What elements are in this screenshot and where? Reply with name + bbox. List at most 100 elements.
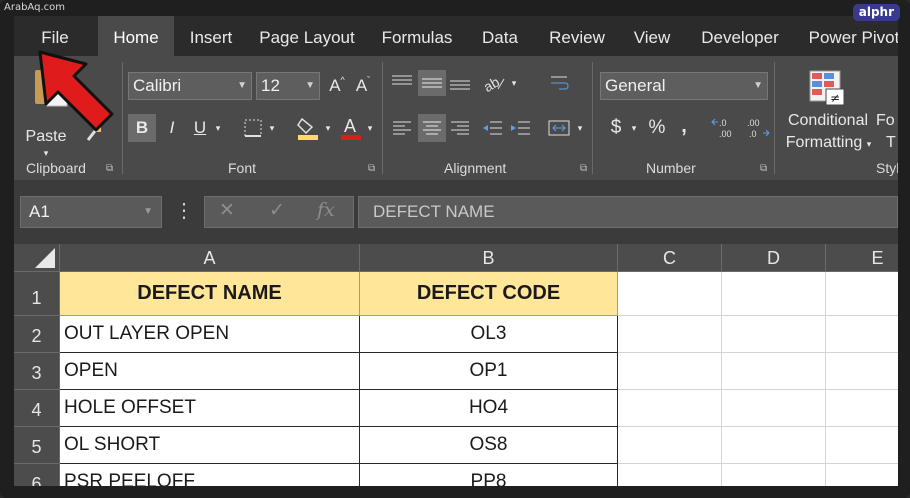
tab-review[interactable]: Review [542, 16, 612, 56]
merge-dropdown-icon[interactable]: ▾ [574, 116, 586, 140]
tab-formulas[interactable]: Formulas [374, 16, 460, 56]
name-box[interactable]: A1 ▼ [20, 196, 162, 228]
paste-dropdown-icon[interactable]: ▾ [40, 148, 52, 158]
currency-button[interactable]: $ [604, 114, 628, 142]
conditional-formatting-dropdown-icon[interactable]: ▾ [864, 136, 874, 152]
row-header-5[interactable]: 5 [14, 427, 60, 464]
borders-dropdown-icon[interactable]: ▾ [266, 116, 278, 140]
column-header-a[interactable]: A [60, 244, 360, 272]
increase-decimal-icon[interactable]: .0.00 [710, 114, 740, 142]
align-bottom-icon[interactable] [448, 70, 472, 96]
cell-a3[interactable]: OPEN [60, 353, 360, 390]
cell-a5[interactable]: OL SHORT [60, 427, 360, 464]
cell-d2[interactable] [722, 316, 826, 353]
cell-e3[interactable] [826, 353, 898, 390]
more-options-icon[interactable]: ⋮ [174, 198, 194, 223]
row-header-1[interactable]: 1 [14, 272, 60, 316]
underline-button[interactable]: U [188, 114, 212, 142]
cell-b3[interactable]: OP1 [360, 353, 618, 390]
insert-function-icon[interactable]: fx [317, 199, 335, 221]
font-size-dropdown[interactable]: 12 ▼ [256, 72, 320, 100]
tab-view[interactable]: View [626, 16, 678, 56]
formula-input[interactable]: DEFECT NAME [358, 196, 898, 228]
format-as-table-line2[interactable]: T [886, 132, 898, 154]
fill-color-dropdown-icon[interactable]: ▾ [322, 116, 334, 140]
column-header-b[interactable]: B [360, 244, 618, 272]
tab-developer[interactable]: Developer [694, 16, 786, 56]
alignment-launcher-icon[interactable]: ⧉ [580, 163, 587, 174]
cell-c6[interactable] [618, 464, 722, 486]
decrease-decimal-icon[interactable]: .00.0 [742, 114, 772, 142]
format-as-table-line1[interactable]: Fo [876, 110, 898, 132]
grow-font-button[interactable]: A ^ [326, 72, 348, 100]
comma-button[interactable]: , [674, 112, 694, 140]
cell-c5[interactable] [618, 427, 722, 464]
conditional-formatting-line2[interactable]: Formatting [780, 132, 868, 154]
cell-b5[interactable]: OS8 [360, 427, 618, 464]
number-launcher-icon[interactable]: ⧉ [760, 163, 767, 174]
cell-e2[interactable] [826, 316, 898, 353]
font-name-dropdown[interactable]: Calibri ▼ [128, 72, 252, 100]
merge-center-icon[interactable] [546, 114, 572, 142]
align-right-icon[interactable] [448, 114, 472, 142]
tab-power-pivot[interactable]: Power Pivot [804, 16, 898, 56]
cell-d4[interactable] [722, 390, 826, 427]
orientation-icon[interactable]: ab [480, 70, 508, 96]
underline-dropdown-icon[interactable]: ▾ [212, 116, 224, 140]
column-header-c[interactable]: C [618, 244, 722, 272]
cell-c3[interactable] [618, 353, 722, 390]
orientation-dropdown-icon[interactable]: ▾ [508, 72, 520, 94]
row-header-4[interactable]: 4 [14, 390, 60, 427]
shrink-font-button[interactable]: Aˇ [352, 72, 374, 100]
cell-d3[interactable] [722, 353, 826, 390]
conditional-formatting-icon[interactable]: ≠ [806, 68, 848, 108]
increase-indent-icon[interactable] [508, 114, 532, 142]
cell-a6[interactable]: PSR PEELOFF [60, 464, 360, 486]
cancel-icon[interactable]: ✕ [219, 199, 235, 222]
row-header-6[interactable]: 6 [14, 464, 60, 486]
cell-d6[interactable] [722, 464, 826, 486]
font-color-dropdown-icon[interactable]: ▾ [364, 116, 376, 140]
column-header-d[interactable]: D [722, 244, 826, 272]
cell-a4[interactable]: HOLE OFFSET [60, 390, 360, 427]
align-left-icon[interactable] [390, 114, 414, 142]
cell-c1[interactable] [618, 272, 722, 316]
font-launcher-icon[interactable]: ⧉ [368, 163, 375, 174]
cell-e1[interactable] [826, 272, 898, 316]
bold-button[interactable]: B [128, 114, 156, 142]
align-middle-icon[interactable] [418, 70, 446, 96]
align-top-icon[interactable] [390, 70, 414, 94]
number-format-dropdown[interactable]: General ▼ [600, 72, 768, 100]
cell-a2[interactable]: OUT LAYER OPEN [60, 316, 360, 353]
column-header-e[interactable]: E [826, 244, 898, 272]
align-center-icon[interactable] [418, 114, 446, 142]
percent-button[interactable]: % [644, 114, 670, 142]
cell-c2[interactable] [618, 316, 722, 353]
cell-b2[interactable]: OL3 [360, 316, 618, 353]
cell-e6[interactable] [826, 464, 898, 486]
cell-e4[interactable] [826, 390, 898, 427]
clipboard-launcher-icon[interactable]: ⧉ [106, 163, 113, 174]
cell-d1[interactable] [722, 272, 826, 316]
fill-color-icon[interactable] [294, 114, 322, 142]
wrap-text-icon[interactable] [546, 70, 572, 96]
row-header-2[interactable]: 2 [14, 316, 60, 353]
select-all-button[interactable] [14, 244, 60, 272]
cell-d5[interactable] [722, 427, 826, 464]
borders-icon[interactable] [240, 116, 266, 140]
italic-button[interactable]: I [160, 114, 184, 142]
font-color-icon[interactable]: A [338, 114, 364, 142]
cell-c4[interactable] [618, 390, 722, 427]
currency-dropdown-icon[interactable]: ▾ [628, 116, 640, 140]
cell-a1[interactable]: DEFECT NAME [60, 272, 360, 316]
cell-e5[interactable] [826, 427, 898, 464]
tab-page-layout[interactable]: Page Layout [254, 16, 360, 56]
tab-data[interactable]: Data [474, 16, 526, 56]
enter-icon[interactable]: ✓ [269, 199, 285, 222]
cell-b4[interactable]: HO4 [360, 390, 618, 427]
conditional-formatting-line1[interactable]: Conditional [780, 110, 876, 132]
row-header-3[interactable]: 3 [14, 353, 60, 390]
cell-b6[interactable]: PP8 [360, 464, 618, 486]
cell-b1[interactable]: DEFECT CODE [360, 272, 618, 316]
tab-insert[interactable]: Insert [180, 16, 242, 56]
